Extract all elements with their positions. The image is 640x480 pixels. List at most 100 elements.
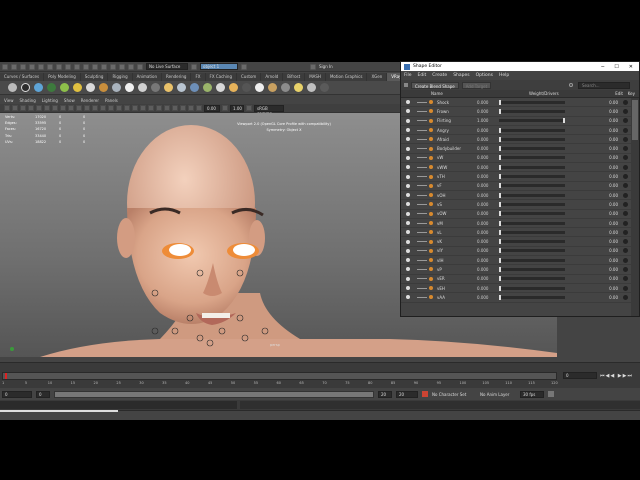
target-edit-value[interactable]: 0.00 bbox=[608, 211, 620, 216]
visibility-icon[interactable] bbox=[406, 276, 410, 281]
edit-column-header[interactable]: Edit bbox=[611, 91, 623, 96]
key-icon[interactable] bbox=[623, 211, 628, 217]
film-gate-icon[interactable] bbox=[44, 105, 50, 111]
shelf-tab[interactable]: Rigging bbox=[108, 73, 133, 81]
vray-clipper-icon[interactable] bbox=[281, 83, 290, 92]
target-edit-value[interactable]: 0.00 bbox=[608, 100, 620, 105]
key-icon[interactable] bbox=[623, 136, 628, 142]
color-space-field[interactable]: sRGB gamma bbox=[254, 104, 284, 116]
default-material-icon[interactable] bbox=[108, 105, 114, 111]
slider-handle[interactable] bbox=[499, 99, 501, 105]
slider-handle[interactable] bbox=[499, 127, 501, 133]
vray-mtl-icon[interactable] bbox=[190, 83, 199, 92]
history-icon[interactable] bbox=[119, 63, 125, 70]
target-name[interactable]: Frown bbox=[437, 109, 477, 114]
target-weight-value[interactable]: 0.000 bbox=[477, 295, 497, 300]
slider-handle[interactable] bbox=[499, 239, 501, 245]
xray-joints-icon[interactable] bbox=[132, 105, 138, 111]
blend-target-row[interactable]: vM 0.000 0.00 bbox=[401, 219, 631, 229]
vray-sphere-light-icon[interactable] bbox=[86, 83, 95, 92]
target-weight-slider[interactable] bbox=[499, 127, 565, 133]
slider-handle[interactable] bbox=[499, 174, 501, 180]
key-icon[interactable] bbox=[623, 183, 628, 189]
character-set-icon[interactable] bbox=[422, 391, 428, 397]
target-weight-slider[interactable] bbox=[499, 192, 565, 198]
target-weight-slider[interactable] bbox=[499, 211, 565, 217]
target-weight-slider[interactable] bbox=[499, 146, 565, 152]
slider-handle[interactable] bbox=[499, 266, 501, 272]
target-name[interactable]: vIH bbox=[437, 258, 477, 263]
target-edit-value[interactable]: 0.00 bbox=[608, 174, 620, 179]
key-icon[interactable] bbox=[623, 127, 628, 133]
select-component-icon[interactable] bbox=[74, 63, 80, 70]
save-scene-icon[interactable] bbox=[29, 63, 35, 70]
visibility-icon[interactable] bbox=[406, 221, 410, 225]
blend-target-row[interactable]: Afraid 0.000 0.00 bbox=[401, 135, 631, 145]
key-icon[interactable] bbox=[623, 174, 628, 180]
viewport-menu-item[interactable]: Renderer bbox=[81, 98, 99, 103]
far-clip-field[interactable]: 1.00 bbox=[230, 104, 244, 112]
safe-title-icon[interactable] bbox=[84, 105, 90, 111]
target-weight-slider[interactable] bbox=[499, 108, 565, 114]
shadows-icon[interactable] bbox=[156, 105, 162, 111]
target-edit-value[interactable]: 0.00 bbox=[608, 276, 620, 281]
visibility-icon[interactable] bbox=[406, 286, 410, 291]
target-weight-slider[interactable] bbox=[499, 239, 565, 245]
user-icon[interactable] bbox=[310, 63, 316, 70]
target-edit-value[interactable]: 0.00 bbox=[608, 295, 620, 300]
live-surface-field[interactable]: No Live Surface bbox=[146, 63, 188, 70]
slider-handle[interactable] bbox=[563, 118, 565, 124]
target-edit-value[interactable]: 0.00 bbox=[608, 118, 620, 123]
select-object-icon[interactable] bbox=[65, 63, 71, 70]
shelf-tab[interactable]: MASH bbox=[305, 73, 326, 81]
target-edit-value[interactable]: 0.00 bbox=[608, 258, 620, 263]
isolate-select-icon[interactable] bbox=[196, 105, 202, 111]
visibility-icon[interactable] bbox=[406, 100, 410, 105]
anti-aliasing-icon[interactable] bbox=[180, 105, 186, 111]
target-weight-value[interactable]: 0.000 bbox=[477, 276, 497, 281]
visibility-icon[interactable] bbox=[406, 239, 410, 244]
slider-handle[interactable] bbox=[499, 192, 501, 198]
shelf-tab[interactable]: Curves / Surfaces bbox=[0, 73, 45, 81]
slider-handle[interactable] bbox=[499, 276, 501, 282]
shelf-tab[interactable]: Poly Modeling bbox=[44, 73, 81, 81]
target-name[interactable]: vL bbox=[437, 230, 477, 235]
target-weight-value[interactable]: 0.000 bbox=[477, 155, 497, 160]
viewport-menu-item[interactable]: Panels bbox=[105, 98, 118, 103]
motion-blur-icon[interactable] bbox=[172, 105, 178, 111]
snap-grid-icon[interactable] bbox=[83, 63, 89, 70]
target-name[interactable]: Bodybuilder bbox=[437, 146, 477, 151]
visibility-icon[interactable] bbox=[406, 183, 410, 188]
viewport-menu-item[interactable]: Shading bbox=[20, 98, 36, 103]
key-icon[interactable] bbox=[623, 201, 628, 207]
shape-editor-menu-item[interactable]: File bbox=[404, 73, 412, 78]
undo-icon[interactable] bbox=[38, 63, 44, 70]
wireframe-icon[interactable] bbox=[92, 105, 98, 111]
vray-sun-icon[interactable] bbox=[164, 83, 173, 92]
key-icon[interactable] bbox=[623, 257, 628, 263]
close-icon[interactable]: ✕ bbox=[629, 64, 633, 70]
weight-column-header[interactable]: Weight/Drivers bbox=[529, 91, 611, 96]
render-icon[interactable] bbox=[128, 63, 134, 70]
visibility-icon[interactable] bbox=[406, 258, 410, 263]
slider-handle[interactable] bbox=[499, 108, 501, 114]
target-weight-slider[interactable] bbox=[499, 174, 565, 180]
blend-target-row[interactable]: vTH 0.000 0.00 bbox=[401, 172, 631, 182]
target-name[interactable]: vP bbox=[437, 267, 477, 272]
ambient-occlusion-icon[interactable] bbox=[164, 105, 170, 111]
maximize-icon[interactable]: ☐ bbox=[614, 64, 618, 70]
target-edit-value[interactable]: 0.00 bbox=[608, 239, 620, 244]
target-edit-value[interactable]: 0.00 bbox=[608, 165, 620, 170]
target-name[interactable]: vIY bbox=[437, 248, 477, 253]
key-icon[interactable] bbox=[623, 220, 628, 226]
target-name[interactable]: vW bbox=[437, 155, 477, 160]
minimize-icon[interactable]: ─ bbox=[601, 64, 604, 70]
key-icon[interactable] bbox=[623, 155, 628, 161]
slider-handle[interactable] bbox=[499, 183, 501, 189]
key-icon[interactable] bbox=[623, 248, 628, 254]
key-icon[interactable] bbox=[623, 99, 628, 105]
target-weight-value[interactable]: 0.000 bbox=[477, 100, 497, 105]
snap-surface-icon[interactable] bbox=[110, 63, 116, 70]
target-name[interactable]: Afraid bbox=[437, 137, 477, 142]
current-time-marker[interactable] bbox=[5, 373, 7, 379]
